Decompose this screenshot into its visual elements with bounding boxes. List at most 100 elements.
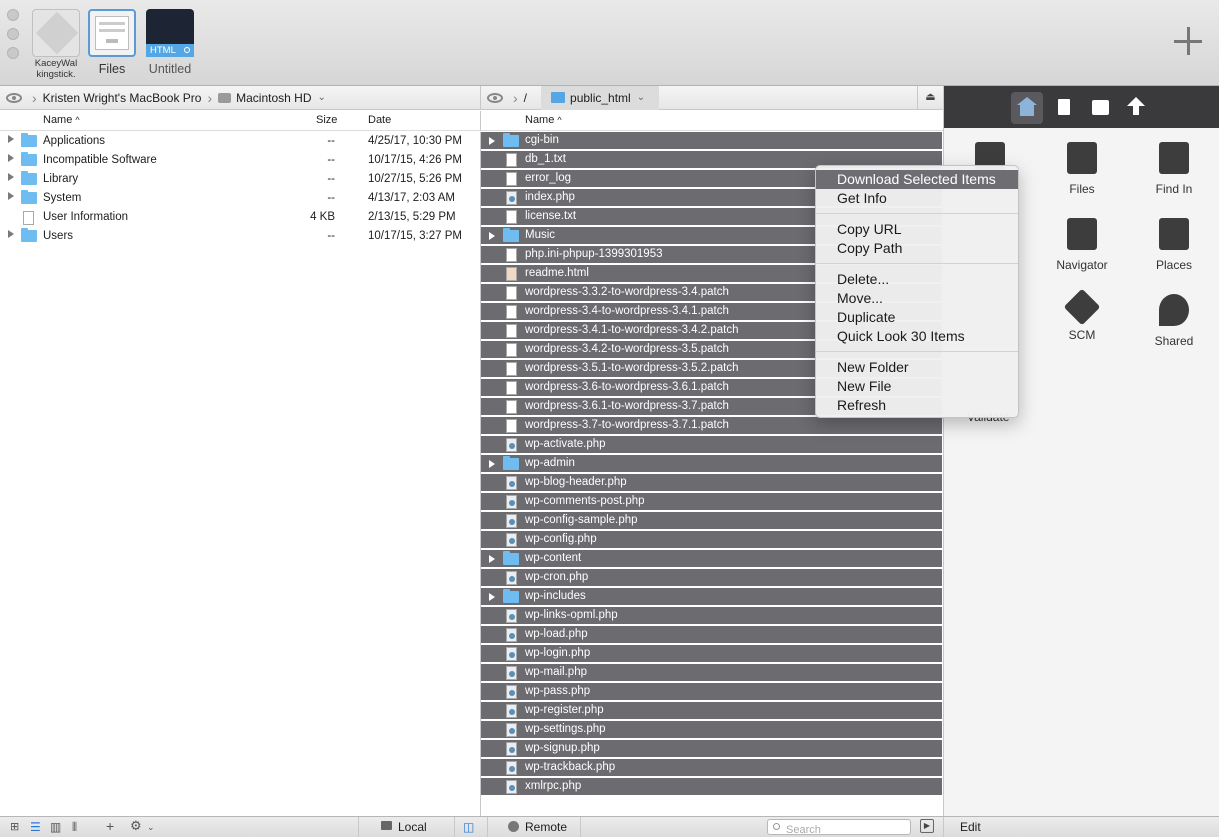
menu-item-copy-url[interactable]: Copy URL bbox=[816, 220, 1018, 239]
table-row[interactable]: wp-config.php bbox=[481, 531, 942, 549]
chevron-down-icon[interactable]: ⌄ bbox=[318, 92, 326, 103]
disclosure-triangle-icon[interactable] bbox=[8, 230, 14, 238]
play-preview-icon[interactable]: ▶ bbox=[920, 819, 934, 833]
table-row[interactable]: wp-includes bbox=[481, 588, 942, 606]
disclosure-triangle-icon[interactable] bbox=[489, 555, 495, 563]
disclosure-triangle-icon[interactable] bbox=[489, 232, 495, 240]
menu-item-new-file[interactable]: New File bbox=[816, 377, 1018, 396]
column-name[interactable]: Name ^ bbox=[43, 114, 80, 126]
column-date[interactable]: Date bbox=[368, 114, 391, 126]
table-row[interactable]: xmlrpc.php bbox=[481, 778, 942, 796]
table-row[interactable]: Incompatible Software -- 10/17/15, 4:26 PM bbox=[0, 151, 480, 170]
table-row[interactable]: wp-cron.php bbox=[481, 569, 942, 587]
icon-view-icon[interactable]: ⊞ bbox=[10, 820, 19, 833]
tab-untitled[interactable]: HTML bbox=[146, 9, 194, 57]
php-file-icon bbox=[506, 666, 517, 680]
globe-icon bbox=[508, 821, 519, 832]
file-name: Library bbox=[43, 173, 79, 185]
disclosure-triangle-icon[interactable] bbox=[489, 593, 495, 601]
table-row[interactable]: cgi-bin bbox=[481, 132, 942, 150]
shared-tile[interactable]: Shared bbox=[1134, 294, 1214, 348]
close-window-button[interactable] bbox=[7, 9, 19, 21]
table-row[interactable]: wp-load.php bbox=[481, 626, 942, 644]
chevron-down-icon[interactable]: ⌄ bbox=[147, 822, 155, 833]
home-icon[interactable] bbox=[1011, 92, 1043, 124]
breadcrumb-computer[interactable]: Kristen Wright's MacBook Pro bbox=[43, 91, 202, 105]
menu-item-delete[interactable]: Delete... bbox=[816, 270, 1018, 289]
breadcrumb-root[interactable]: / bbox=[524, 91, 527, 105]
disclosure-triangle-icon[interactable] bbox=[8, 135, 14, 143]
search-input[interactable]: Search bbox=[767, 819, 911, 836]
visibility-eye-icon[interactable] bbox=[487, 92, 503, 103]
minimize-window-button[interactable] bbox=[7, 28, 19, 40]
table-row[interactable]: Applications -- 4/25/17, 10:30 PM bbox=[0, 132, 480, 151]
menu-item-move[interactable]: Move... bbox=[816, 289, 1018, 308]
file-name: cgi-bin bbox=[525, 134, 559, 146]
column-size[interactable]: Size bbox=[316, 114, 337, 126]
table-row[interactable]: wp-signup.php bbox=[481, 740, 942, 758]
table-row[interactable]: wp-links-opml.php bbox=[481, 607, 942, 625]
new-tab-plus-icon[interactable] bbox=[1171, 24, 1205, 58]
tab-files[interactable] bbox=[88, 9, 136, 57]
table-row[interactable]: Library -- 10/27/15, 5:26 PM bbox=[0, 170, 480, 189]
table-row[interactable]: wordpress-3.7-to-wordpress-3.7.1.patch bbox=[481, 417, 942, 435]
menu-item-new-folder[interactable]: New Folder bbox=[816, 358, 1018, 377]
eject-icon[interactable]: ⏏ bbox=[917, 86, 943, 110]
zoom-window-button[interactable] bbox=[7, 47, 19, 59]
table-row[interactable]: wp-config-sample.php bbox=[481, 512, 942, 530]
path-separator-icon: › bbox=[32, 89, 37, 106]
coverflow-view-icon[interactable]: ⫴ bbox=[72, 820, 77, 835]
table-row[interactable]: wp-comments-post.php bbox=[481, 493, 942, 511]
tab-kaceywalkingstick[interactable] bbox=[32, 9, 80, 57]
library-folder-icon bbox=[21, 171, 37, 185]
status-bar: ⊞ ☰ ▥ ⫴ + ⚙ ⌄ Local ◫ Remote Search ▶ Ed… bbox=[0, 816, 1219, 837]
breadcrumb-volume[interactable]: Macintosh HD bbox=[236, 91, 311, 105]
disclosure-triangle-icon[interactable] bbox=[8, 154, 14, 162]
table-row[interactable]: wp-admin bbox=[481, 455, 942, 473]
places-tile[interactable]: Places bbox=[1134, 218, 1214, 272]
menu-item-get-info[interactable]: Get Info bbox=[816, 189, 1018, 208]
split-view-icon[interactable]: ◫ bbox=[463, 820, 474, 834]
table-row[interactable]: wp-activate.php bbox=[481, 436, 942, 454]
menu-item-copy-path[interactable]: Copy Path bbox=[816, 239, 1018, 258]
disclosure-triangle-icon[interactable] bbox=[489, 460, 495, 468]
notes-icon[interactable] bbox=[1084, 92, 1116, 124]
table-row[interactable]: System -- 4/13/17, 2:03 AM bbox=[0, 189, 480, 208]
remote-column-name[interactable]: Name ^ bbox=[525, 114, 562, 126]
breadcrumb-public-html[interactable]: public_html ⌄ bbox=[541, 85, 660, 110]
file-size: 4 KB bbox=[310, 211, 335, 223]
table-row[interactable]: wp-content bbox=[481, 550, 942, 568]
find-in-tile[interactable]: Find In bbox=[1134, 142, 1214, 196]
remote-tab-button[interactable]: Remote bbox=[487, 817, 581, 837]
menu-item-duplicate[interactable]: Duplicate bbox=[816, 308, 1018, 327]
table-row[interactable]: wp-login.php bbox=[481, 645, 942, 663]
table-row[interactable]: wp-trackback.php bbox=[481, 759, 942, 777]
documents-icon[interactable] bbox=[1048, 92, 1080, 124]
files-tile[interactable]: Files bbox=[1042, 142, 1122, 196]
table-row[interactable]: wp-settings.php bbox=[481, 721, 942, 739]
table-row[interactable]: wp-pass.php bbox=[481, 683, 942, 701]
list-view-icon[interactable]: ☰ bbox=[30, 820, 41, 834]
scm-tile[interactable]: SCM bbox=[1042, 288, 1122, 342]
disclosure-triangle-icon[interactable] bbox=[8, 173, 14, 181]
disclosure-triangle-icon[interactable] bbox=[489, 137, 495, 145]
menu-item-download-selected-items[interactable]: Download Selected Items bbox=[816, 170, 1018, 189]
navigator-icon bbox=[1067, 218, 1097, 250]
menu-item-quick-look-30-items[interactable]: Quick Look 30 Items bbox=[816, 327, 1018, 346]
add-icon[interactable]: + bbox=[106, 818, 114, 834]
gear-icon[interactable]: ⚙ bbox=[130, 818, 142, 834]
table-row[interactable]: wp-blog-header.php bbox=[481, 474, 942, 492]
users-folder-icon bbox=[21, 228, 37, 242]
disclosure-triangle-icon[interactable] bbox=[8, 192, 14, 200]
table-row[interactable]: wp-mail.php bbox=[481, 664, 942, 682]
column-view-icon[interactable]: ▥ bbox=[50, 820, 61, 834]
table-row[interactable]: Users -- 10/17/15, 3:27 PM bbox=[0, 227, 480, 246]
table-row[interactable]: User Information 4 KB 2/13/15, 5:29 PM bbox=[0, 208, 480, 227]
edit-button[interactable]: Edit bbox=[960, 820, 981, 834]
local-tab-button[interactable]: Local bbox=[358, 817, 455, 837]
upload-arrow-icon[interactable] bbox=[1120, 92, 1152, 124]
menu-item-refresh[interactable]: Refresh bbox=[816, 396, 1018, 415]
navigator-tile[interactable]: Navigator bbox=[1042, 218, 1122, 272]
table-row[interactable]: wp-register.php bbox=[481, 702, 942, 720]
visibility-eye-icon[interactable] bbox=[6, 92, 22, 103]
